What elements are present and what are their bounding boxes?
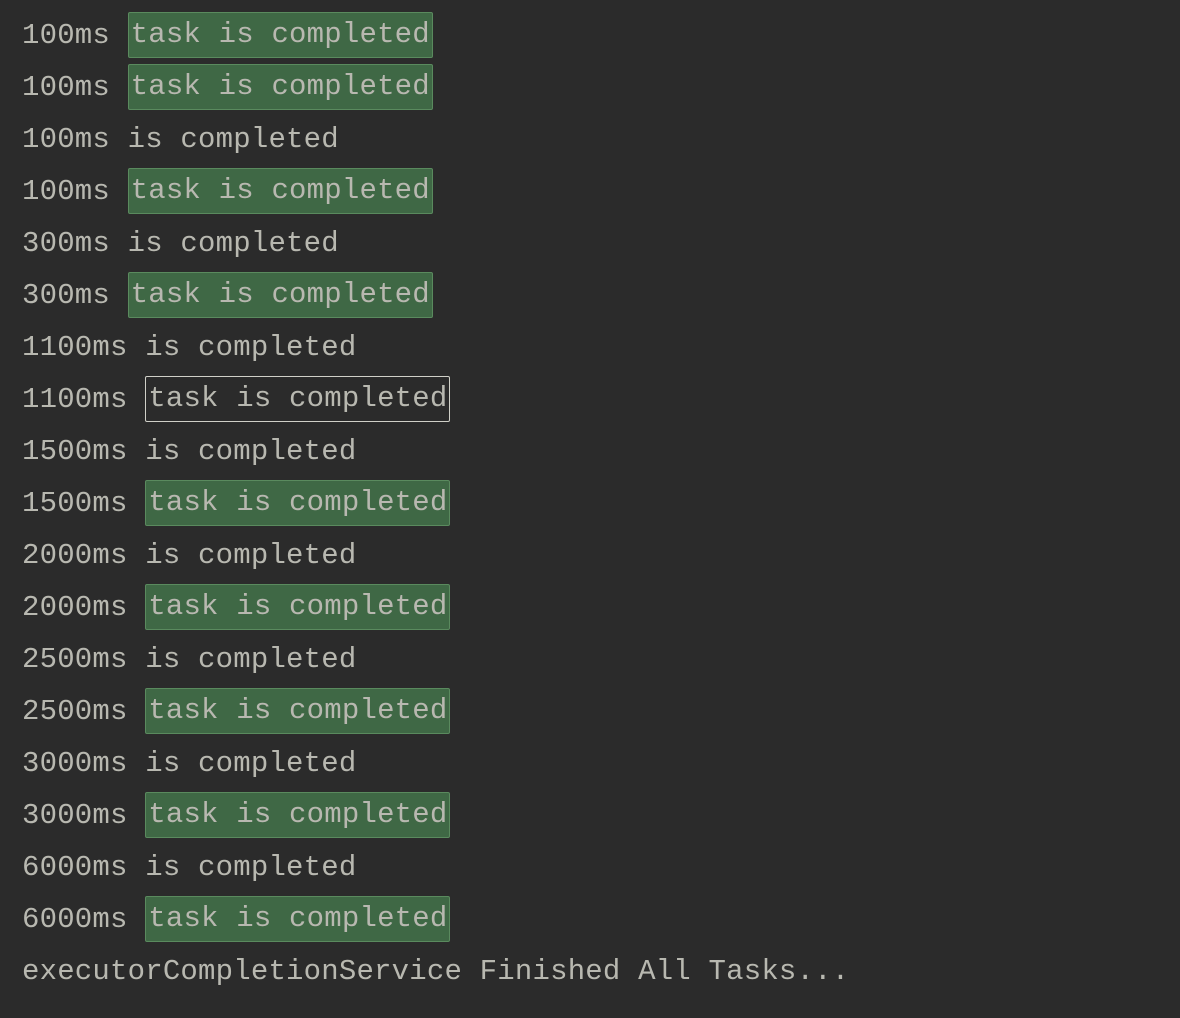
console-line: 100ms is completed	[22, 114, 1180, 166]
console-line: 100ms task is completed	[22, 166, 1180, 218]
console-line: 2500ms task is completed	[22, 686, 1180, 738]
console-line: 1100ms is completed	[22, 322, 1180, 374]
search-highlight: task is completed	[145, 480, 450, 526]
console-line: executorCompletionService Finished All T…	[22, 946, 1180, 998]
search-highlight: task is completed	[128, 168, 433, 214]
line-text: 300ms	[22, 279, 128, 312]
line-text: 300ms is completed	[22, 227, 339, 260]
search-highlight: task is completed	[145, 584, 450, 630]
line-text: 2000ms is completed	[22, 539, 356, 572]
search-highlight: task is completed	[128, 64, 433, 110]
console-line: 1500ms is completed	[22, 426, 1180, 478]
console-line: 3000ms is completed	[22, 738, 1180, 790]
console-line: 100ms task is completed	[22, 62, 1180, 114]
console-output: 100ms task is completed 100ms task is co…	[0, 0, 1180, 998]
console-line: 6000ms task is completed	[22, 894, 1180, 946]
line-text: 100ms	[22, 19, 128, 52]
search-highlight: task is completed	[145, 792, 450, 838]
console-line: 2500ms is completed	[22, 634, 1180, 686]
line-text: 6000ms	[22, 903, 145, 936]
line-text: 6000ms is completed	[22, 851, 356, 884]
console-line: 6000ms is completed	[22, 842, 1180, 894]
line-text: 2000ms	[22, 591, 145, 624]
line-text: 3000ms	[22, 799, 145, 832]
line-text: 1100ms is completed	[22, 331, 356, 364]
console-line: 300ms task is completed	[22, 270, 1180, 322]
line-text: 2500ms	[22, 695, 145, 728]
search-highlight: task is completed	[145, 688, 450, 734]
line-text: 2500ms is completed	[22, 643, 356, 676]
line-text: 1100ms	[22, 383, 145, 416]
line-text: 100ms	[22, 71, 128, 104]
console-line: 2000ms task is completed	[22, 582, 1180, 634]
search-highlight: task is completed	[145, 896, 450, 942]
search-highlight: task is completed	[128, 12, 433, 58]
line-text: 100ms	[22, 175, 128, 208]
console-line: 300ms is completed	[22, 218, 1180, 270]
line-text: 3000ms is completed	[22, 747, 356, 780]
console-line: 1100ms task is completed	[22, 374, 1180, 426]
search-highlight: task is completed	[128, 272, 433, 318]
console-line: 1500ms task is completed	[22, 478, 1180, 530]
line-text: 100ms is completed	[22, 123, 339, 156]
search-highlight-current: task is completed	[145, 376, 450, 422]
console-line: 2000ms is completed	[22, 530, 1180, 582]
line-text: 1500ms	[22, 487, 145, 520]
line-text: executorCompletionService Finished All T…	[22, 955, 849, 988]
line-text: 1500ms is completed	[22, 435, 356, 468]
console-line: 3000ms task is completed	[22, 790, 1180, 842]
console-line: 100ms task is completed	[22, 10, 1180, 62]
